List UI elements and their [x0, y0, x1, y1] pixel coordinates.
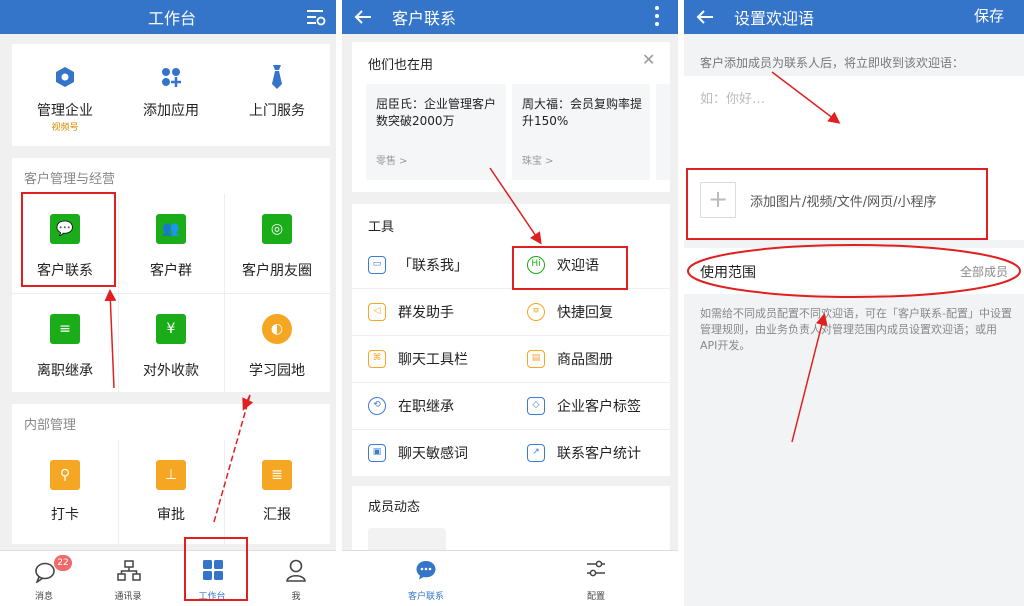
section-title: 成员动态 [368, 500, 421, 515]
sensitive-words-icon: ▣ [368, 444, 386, 462]
stamp-icon: ⊥ [156, 460, 186, 490]
tool-chat-toolbar[interactable]: ⌘ 聊天工具栏 [352, 336, 511, 382]
case-card[interactable]: 屈臣氏：企业管理客户数突破2000万 零售 > [366, 84, 506, 180]
customer-group-button[interactable]: 👥 客户群 [118, 194, 224, 292]
section-title: 客户管理与经营 [24, 172, 116, 187]
annotation-box [21, 192, 116, 287]
org-chart-icon [117, 560, 141, 581]
more-vertical-icon[interactable] [654, 5, 660, 27]
annotation-box [184, 537, 248, 601]
page-title: 客户联系 [392, 9, 457, 28]
tag-icon: ◇ [527, 397, 545, 415]
page-title: 工作台 [148, 9, 197, 28]
message-bubble-icon [35, 562, 55, 583]
also-using-card: 他们也在用 ✕ 屈臣氏：企业管理客户数突破2000万 零售 > 周大福：会员复购… [352, 42, 670, 192]
top-apps-card: 管理企业 视频号 添加应用 上门服务 [12, 44, 330, 146]
album-icon: ▤ [527, 350, 545, 368]
tie-icon [272, 65, 282, 89]
group-icon: 👥 [156, 214, 186, 244]
welcome-settings-panel: 设置欢迎语 保存 客户添加成员为联系人后，将立即收到该欢迎语： 如：你好… + … [684, 0, 1024, 606]
tool-mass-send[interactable]: ◁ 群发助手 [352, 289, 511, 335]
bottom-tab-bar: 客户联系 配置 [342, 550, 678, 606]
row-divider [352, 335, 670, 336]
section-title: 内部管理 [24, 418, 77, 433]
tool-onjob-inherit[interactable]: ⟲ 在职继承 [352, 383, 511, 429]
toolbar-icon: ⌘ [368, 350, 386, 368]
tab-contacts[interactable]: 通讯录 [86, 551, 170, 606]
customer-contact-header: 客户联系 [342, 0, 678, 34]
grid-divider [224, 440, 225, 544]
yuan-icon: ¥ [156, 314, 186, 344]
unread-badge: 22 [54, 555, 72, 571]
case-card-partial [656, 84, 670, 180]
close-icon[interactable]: ✕ [642, 50, 655, 69]
megaphone-icon: ◁ [368, 303, 386, 321]
add-app-icon [162, 68, 181, 87]
case-tag: 珠宝 > [522, 156, 554, 167]
grid-divider [12, 293, 330, 294]
planet-icon: ◐ [262, 314, 292, 344]
person-icon [286, 559, 306, 582]
save-button[interactable]: 保存 [974, 5, 1004, 26]
page-title: 设置欢迎语 [734, 9, 815, 28]
tool-customer-tags[interactable]: ◇ 企业客户标签 [511, 383, 670, 429]
tool-contact-stats[interactable]: ↗ 联系客户统计 [511, 430, 670, 476]
annotation-ellipse [687, 244, 1021, 298]
tab-me[interactable]: 我 [254, 551, 336, 606]
transfer-icon: ≡ [50, 314, 80, 344]
external-payment-button[interactable]: ¥ 对外收款 [118, 294, 224, 392]
tools-card: 工具 ▭ 「联系我」 Hi 欢迎语 ◁ 群发助手 ≡ 快捷回复 ⌘ 聊天工具栏 … [352, 204, 670, 476]
checkin-button[interactable]: ⚲ 打卡 [12, 440, 118, 540]
stats-chart-icon: ↗ [527, 444, 545, 462]
tool-quick-reply[interactable]: ≡ 快捷回复 [511, 289, 670, 335]
onsite-service-button[interactable]: 上门服务 [224, 44, 330, 146]
grid-divider [118, 440, 119, 544]
tab-messages[interactable]: 22 消息 [2, 551, 86, 606]
section-title: 他们也在用 [368, 58, 434, 73]
sliders-icon [587, 560, 605, 577]
video-account-tag: 视频号 [51, 123, 79, 133]
document-icon: ≣ [262, 460, 292, 490]
bottom-tab-bar: 22 消息 通讯录 工作台 我 [0, 550, 336, 606]
resign-inherit-button[interactable]: ≡ 离职继承 [12, 294, 118, 392]
tool-sensitive-words[interactable]: ▣ 聊天敏感词 [352, 430, 511, 476]
aperture-icon: ◎ [262, 214, 292, 244]
location-pin-icon: ⚲ [50, 460, 80, 490]
chat-bubble-icon [416, 561, 436, 580]
manage-enterprise-button[interactable]: 管理企业 视频号 [12, 44, 118, 146]
row-divider [352, 382, 670, 383]
hexagon-icon [56, 67, 74, 87]
annotation-box [512, 246, 628, 290]
customer-contact-panel: 客户联系 他们也在用 ✕ 屈臣氏：企业管理客户数突破2000万 零售 > 周大福… [342, 0, 678, 606]
tool-contact-me[interactable]: ▭ 「联系我」 [352, 242, 511, 288]
welcome-settings-header: 设置欢迎语 保存 [684, 0, 1024, 34]
quick-reply-icon: ≡ [527, 303, 545, 321]
welcome-text-area[interactable]: 如：你好… [684, 76, 1024, 166]
contact-card-icon: ▭ [368, 256, 386, 274]
settings-icon[interactable] [306, 8, 326, 26]
tab-config[interactable]: 配置 [554, 551, 638, 606]
report-button[interactable]: ≣ 汇报 [224, 440, 330, 540]
workbench-panel: 工作台 管理企业 视频号 添加应用 上门服务 客户管理与经营 💬 客户联系 👥 … [0, 0, 336, 606]
config-note: 如需给不同成员配置不同欢迎语，可在「客户联系-配置」中设置管理规则，由业务负责人… [700, 307, 1012, 352]
row-divider [352, 429, 670, 430]
section-title: 工具 [368, 220, 395, 235]
workbench-header: 工作台 [0, 0, 336, 34]
tab-customer-contact[interactable]: 客户联系 [384, 551, 468, 606]
case-tag: 零售 > [376, 156, 408, 167]
approval-button[interactable]: ⊥ 审批 [118, 440, 224, 540]
welcome-hint: 客户添加成员为联系人后，将立即收到该欢迎语： [700, 56, 965, 70]
annotation-box [686, 168, 988, 240]
learning-garden-button[interactable]: ◐ 学习园地 [224, 294, 330, 392]
case-card[interactable]: 周大福：会员复购率提升150% 珠宝 > [512, 84, 650, 180]
back-arrow-icon[interactable] [354, 9, 372, 25]
tool-product-album[interactable]: ▤ 商品图册 [511, 336, 670, 382]
inherit-icon: ⟲ [368, 397, 386, 415]
back-arrow-icon[interactable] [696, 9, 714, 25]
internal-management-card: 内部管理 ⚲ 打卡 ⊥ 审批 ≣ 汇报 [12, 404, 330, 544]
welcome-placeholder: 如：你好… [700, 92, 766, 107]
customer-moments-button[interactable]: ◎ 客户朋友圈 [224, 194, 330, 292]
add-app-button[interactable]: 添加应用 [118, 44, 224, 146]
